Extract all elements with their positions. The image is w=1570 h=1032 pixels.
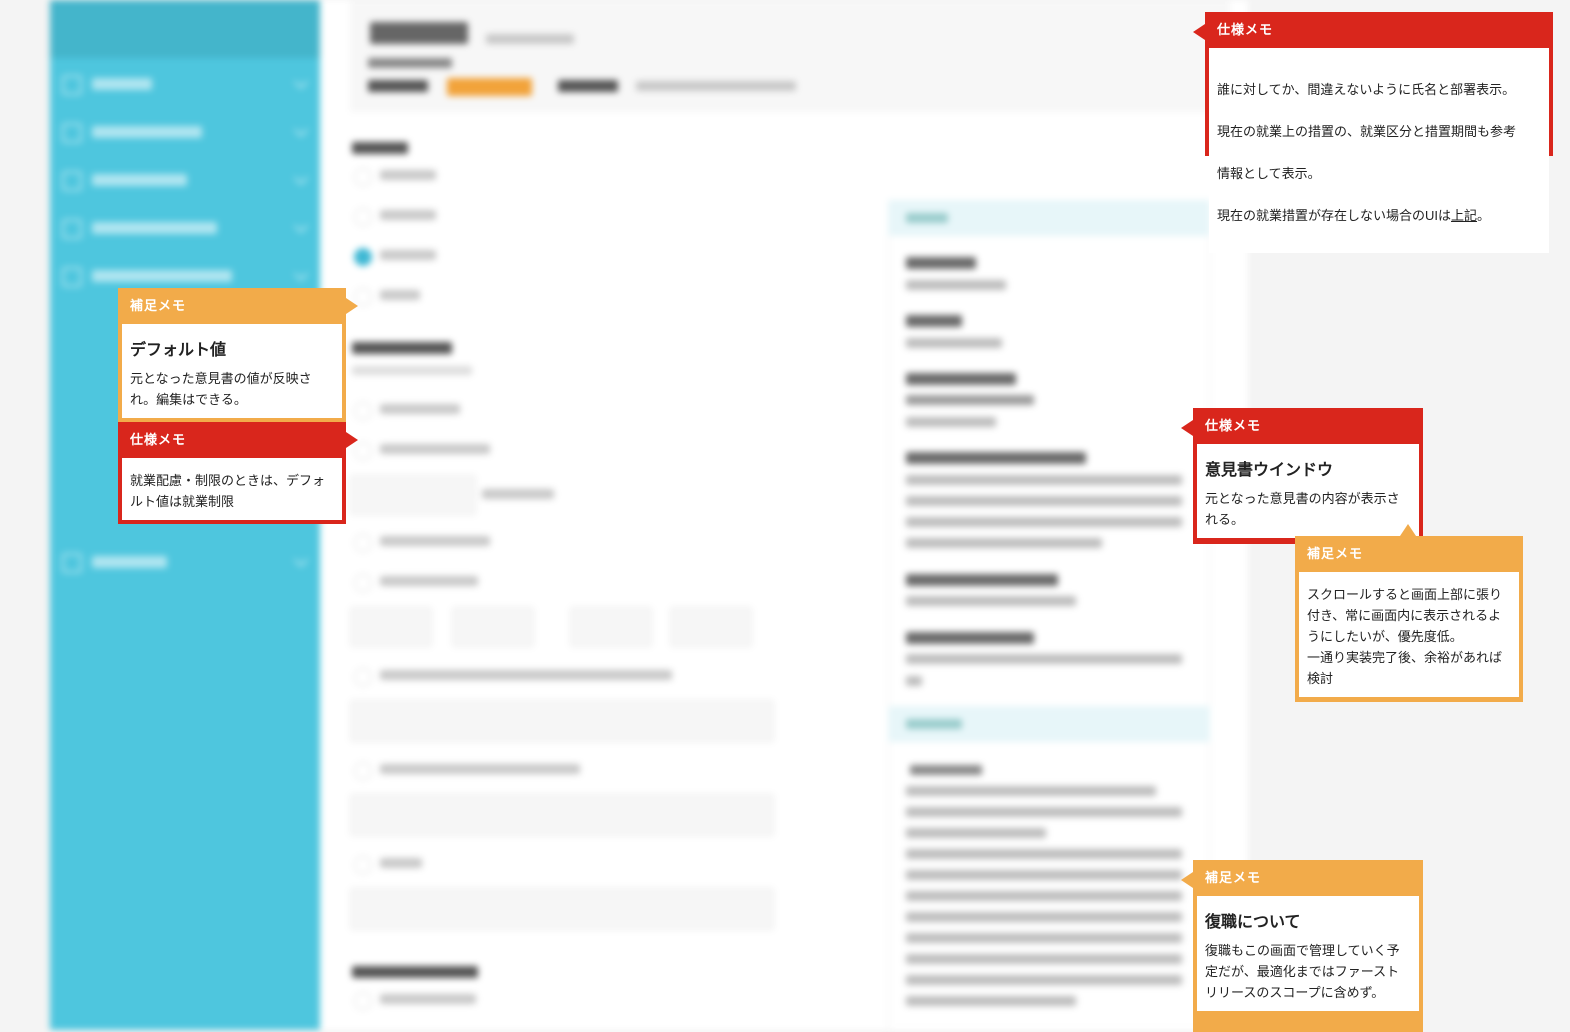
radio-option[interactable] — [354, 208, 372, 226]
memo-body: 元となった意見書の内容が表示される。 — [1205, 491, 1400, 527]
checkbox[interactable] — [354, 534, 372, 552]
sidebar-item[interactable] — [62, 550, 312, 573]
supp-memo-return-to-work: 補足メモ 復職について 復職もこの画面で管理していく予定だが、最適化まではファー… — [1193, 860, 1423, 1032]
memo-pointer — [1181, 872, 1193, 888]
checkbox[interactable] — [354, 856, 372, 874]
employee-name — [370, 22, 468, 44]
memo-pointer — [1193, 24, 1205, 40]
sidebar-item[interactable] — [62, 120, 312, 143]
memo-header-label: 仕様メモ — [118, 422, 346, 458]
memo-body: 就業配慮・制限のときは、デフォルト値は就業制限 — [130, 473, 326, 509]
radio-option-selected[interactable] — [354, 248, 372, 266]
spec-memo-opinion-window: 仕様メモ 意見書ウインドウ 元となった意見書の内容が表示される。 — [1193, 408, 1423, 544]
time-input[interactable] — [452, 607, 534, 647]
memo-body: スクロールすると画面上部に張り付き、常に画面内に表示されるようにしたいが、優先度… — [1307, 587, 1503, 686]
supp-memo-sticky-scroll: 補足メモ スクロールすると画面上部に張り付き、常に画面内に表示されるようにしたい… — [1295, 536, 1523, 702]
checkbox[interactable] — [354, 402, 372, 420]
memo-body: 元となった意見書の値が反映され。編集はできる。 — [130, 371, 312, 407]
memo-title: 復職について — [1205, 914, 1301, 931]
employee-kana — [486, 34, 574, 44]
status-badge — [447, 78, 532, 96]
checkbox[interactable] — [354, 668, 372, 686]
checkbox[interactable] — [354, 574, 372, 592]
spec-memo-header-info: 仕様メモ 誰に対してか、間違えないように氏名と部署表示。 現在の就業上の措置の、… — [1205, 12, 1553, 253]
memo-body: 復職もこの画面で管理していく予定だが、最適化まではファーストリリースのスコープに… — [1205, 943, 1400, 1000]
memo-pointer — [346, 432, 358, 448]
sidebar-header — [50, 0, 320, 58]
memo-header-label: 補足メモ — [1193, 860, 1423, 896]
text-input[interactable] — [350, 794, 774, 836]
supp-memo-default-value: 補足メモ デフォルト値 元となった意見書の値が反映され。編集はできる。 — [118, 288, 346, 422]
checkbox[interactable] — [354, 992, 372, 1010]
memo-title: 意見書ウインドウ — [1205, 462, 1334, 479]
sidebar-item[interactable] — [62, 216, 312, 239]
time-input[interactable] — [570, 607, 652, 647]
memo-header-label: 補足メモ — [1295, 536, 1523, 572]
sidebar-item[interactable] — [62, 72, 312, 95]
sidebar-item[interactable] — [62, 264, 312, 287]
radio-option[interactable] — [354, 168, 372, 186]
memo-reference-link[interactable]: 上記 — [1451, 208, 1477, 223]
memo-pointer — [346, 298, 358, 314]
time-input[interactable] — [670, 607, 752, 647]
spec-memo-default-value: 仕様メモ 就業配慮・制限のときは、デフォルト値は就業制限 — [118, 422, 346, 524]
sidebar-item[interactable] — [62, 168, 312, 191]
memo-header-label: 補足メモ — [118, 288, 346, 324]
memo-pointer — [1181, 420, 1193, 436]
memo-pointer — [1400, 524, 1416, 536]
memo-header-label: 仕様メモ — [1205, 12, 1553, 48]
memo-header-label: 仕様メモ — [1193, 408, 1423, 444]
checkbox[interactable] — [354, 762, 372, 780]
text-input[interactable] — [350, 700, 774, 742]
memo-title: デフォルト値 — [130, 342, 227, 359]
text-input[interactable] — [350, 888, 774, 930]
hours-input[interactable] — [350, 475, 476, 515]
time-input[interactable] — [350, 607, 432, 647]
